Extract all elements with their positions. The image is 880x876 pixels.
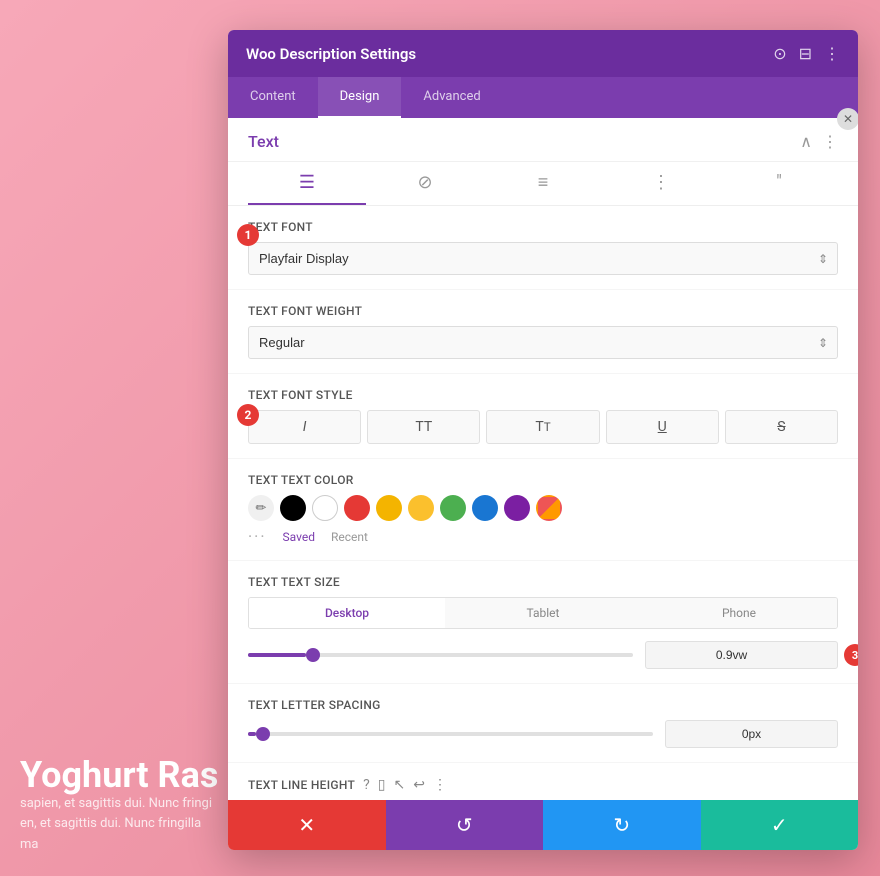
phone-tab[interactable]: Phone [641, 598, 837, 628]
font-style-buttons: I TT TT U S [248, 410, 838, 444]
style-tab-list[interactable]: ≡ [484, 162, 602, 205]
tablet-line-icon[interactable]: ▯ [378, 777, 386, 793]
blue-swatch[interactable] [472, 495, 498, 521]
style-tab-none[interactable]: ⊘ [366, 162, 484, 205]
panel-body: Text ∧ ⋮ ☰ ⊘ ≡ ⋮ " Tex [228, 118, 858, 800]
style-tab-ordered[interactable]: ⋮ [602, 162, 720, 205]
cursor-icon[interactable]: ↖ [394, 777, 406, 793]
text-font-group: Text Font Playfair Display ⇕ [228, 206, 858, 290]
color-swatches: ✏ [248, 495, 838, 521]
eyedropper-icon: ✏ [256, 501, 267, 516]
text-size-label: Text Text Size [248, 575, 838, 589]
eyedropper-swatch[interactable]: ✏ [248, 495, 274, 521]
text-font-weight-select-wrapper: Regular ⇕ [248, 326, 838, 359]
line-height-label-row: Text Line Height ? ▯ ↖ ↩ ⋮ [248, 777, 838, 793]
red-swatch[interactable] [344, 495, 370, 521]
collapse-icon[interactable]: ∧ [800, 132, 812, 151]
underline-btn[interactable]: U [606, 410, 719, 444]
letter-spacing-label: Text Letter Spacing [248, 698, 838, 712]
more-icon[interactable]: ⋮ [824, 44, 840, 63]
undo-button[interactable]: ↺ [386, 800, 544, 850]
pen-swatch[interactable] [536, 495, 562, 521]
sync-icon[interactable]: ⊙ [773, 44, 786, 63]
letter-spacing-value[interactable] [665, 720, 838, 748]
uppercase-btn[interactable]: TT [367, 410, 480, 444]
text-size-track [248, 653, 633, 657]
smallcaps-btn[interactable]: TT [486, 410, 599, 444]
text-font-select[interactable]: Playfair Display [248, 242, 838, 275]
style-tab-quote[interactable]: " [720, 162, 838, 205]
text-font-weight-select[interactable]: Regular [248, 326, 838, 359]
panel-header: Woo Description Settings ⊙ ⊟ ⋮ [228, 30, 858, 77]
badge-1: 1 [237, 224, 259, 246]
text-font-style-label: Text Font Style [248, 388, 838, 402]
more-line-icon[interactable]: ⋮ [433, 777, 447, 793]
section-more-icon[interactable]: ⋮ [822, 132, 838, 151]
cancel-button[interactable]: ✕ [228, 800, 386, 850]
text-size-thumb[interactable] [306, 648, 320, 662]
bottom-bar: ✕ ↺ ↻ ✓ [228, 800, 858, 850]
color-dots-icon[interactable]: ··· [248, 527, 267, 546]
text-font-label: Text Font [248, 220, 838, 234]
header-icons: ⊙ ⊟ ⋮ [773, 44, 840, 63]
text-size-slider-row: 3 [248, 641, 838, 669]
section-header-icons: ∧ ⋮ [800, 132, 838, 151]
badge-2: 2 [237, 404, 259, 426]
text-size-value[interactable] [645, 641, 838, 669]
amber-swatch[interactable] [376, 495, 402, 521]
line-height-group: Text Line Height ? ▯ ↖ ↩ ⋮ 4 [228, 763, 858, 800]
slash-icon: ⊘ [417, 172, 432, 193]
letter-spacing-thumb[interactable] [256, 727, 270, 741]
letter-spacing-fill [248, 732, 256, 736]
help-icon[interactable]: ? [363, 777, 370, 793]
text-font-weight-group: Text Font Weight Regular ⇕ [228, 290, 858, 374]
text-color-group: Text Text Color ✏ ··· Saved Recent [228, 459, 858, 561]
text-font-weight-label: Text Font Weight [248, 304, 838, 318]
save-button[interactable]: ✓ [701, 800, 859, 850]
list-icon: ≡ [538, 172, 549, 193]
text-font-select-wrapper: Playfair Display ⇕ [248, 242, 838, 275]
tab-content[interactable]: Content [228, 77, 318, 118]
green-swatch[interactable] [440, 495, 466, 521]
tab-advanced[interactable]: Advanced [401, 77, 502, 118]
align-icon: ☰ [299, 172, 315, 193]
desktop-tab[interactable]: Desktop [249, 598, 445, 628]
italic-btn[interactable]: I [248, 410, 361, 444]
recent-color-tab[interactable]: Recent [331, 530, 368, 544]
letter-spacing-slider-row [248, 720, 838, 748]
text-size-group: Text Text Size Desktop Tablet Phone 3 [228, 561, 858, 684]
section-header: Text ∧ ⋮ [228, 118, 858, 162]
text-color-label: Text Text Color [248, 473, 838, 487]
purple-swatch[interactable] [504, 495, 530, 521]
tab-bar: Content Design Advanced [228, 77, 858, 118]
redo-button[interactable]: ↻ [543, 800, 701, 850]
device-tabs: Desktop Tablet Phone [248, 597, 838, 629]
white-swatch[interactable] [312, 495, 338, 521]
badge-3: 3 [844, 644, 858, 666]
letter-spacing-track [248, 732, 653, 736]
tab-design[interactable]: Design [318, 77, 402, 118]
columns-icon[interactable]: ⊟ [799, 44, 812, 63]
style-tabs: ☰ ⊘ ≡ ⋮ " [228, 162, 858, 206]
yellow-swatch[interactable] [408, 495, 434, 521]
ordered-list-icon: ⋮ [652, 172, 670, 193]
close-button[interactable]: ✕ [837, 108, 858, 130]
quote-icon: " [776, 172, 782, 193]
style-tab-align[interactable]: ☰ [248, 162, 366, 205]
settings-panel: Woo Description Settings ⊙ ⊟ ⋮ Content D… [228, 30, 858, 850]
undo-line-icon[interactable]: ↩ [413, 777, 425, 793]
section-title: Text [248, 132, 279, 151]
black-swatch[interactable] [280, 495, 306, 521]
text-font-style-group: Text Font Style I TT TT U S [228, 374, 858, 459]
bg-body: sapien, et sagittis dui. Nunc fringi en,… [20, 794, 220, 856]
tablet-tab[interactable]: Tablet [445, 598, 641, 628]
saved-color-tab[interactable]: Saved [283, 530, 315, 544]
strikethrough-btn[interactable]: S [725, 410, 838, 444]
line-height-label: Text Line Height [248, 778, 355, 792]
text-size-fill [248, 653, 306, 657]
panel-title: Woo Description Settings [246, 45, 416, 63]
letter-spacing-group: Text Letter Spacing [228, 684, 858, 763]
bg-title: Yoghurt Ras [20, 754, 218, 796]
